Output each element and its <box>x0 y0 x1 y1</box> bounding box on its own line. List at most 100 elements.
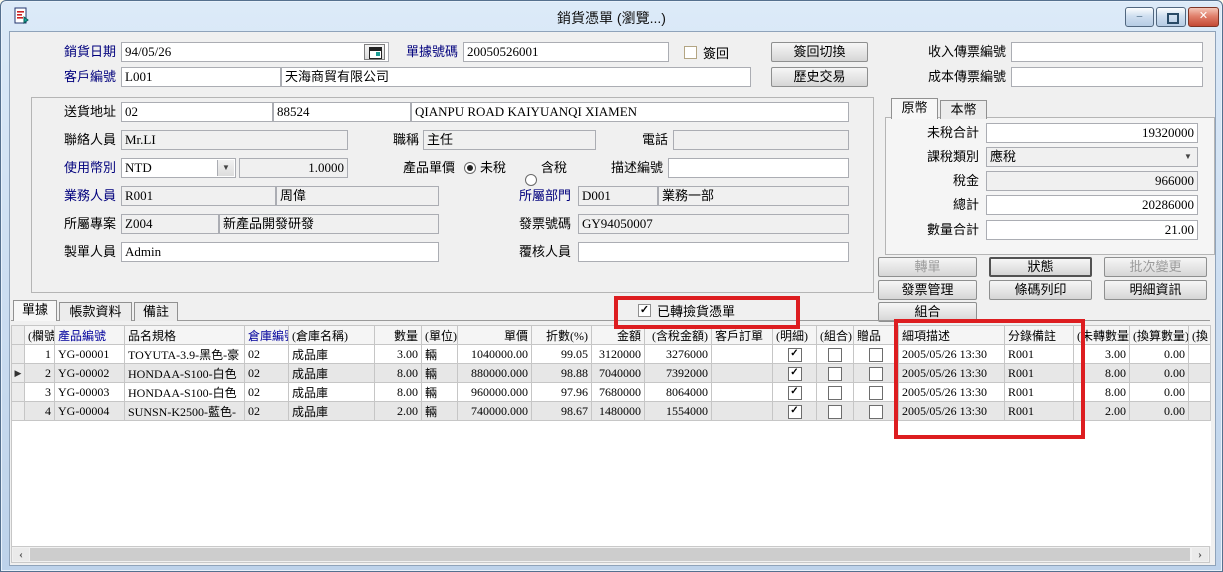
table-cell[interactable]: ✓ <box>773 402 817 421</box>
table-cell[interactable]: YG-00003 <box>55 383 125 402</box>
table-cell[interactable]: 0.00 <box>1130 345 1189 364</box>
table-cell[interactable]: ✓ <box>773 345 817 364</box>
table-cell[interactable]: 2.00 <box>375 402 422 421</box>
column-header[interactable]: 品名規格 <box>125 326 245 345</box>
reviewer-field[interactable] <box>578 242 849 262</box>
table-cell[interactable]: 97.96 <box>532 383 592 402</box>
table-cell[interactable] <box>1189 364 1211 383</box>
checked-checkbox-icon[interactable]: ✓ <box>788 348 802 362</box>
column-header[interactable]: 折數(%) <box>532 326 592 345</box>
table-cell[interactable]: 0.00 <box>1130 402 1189 421</box>
table-cell[interactable] <box>817 383 854 402</box>
checked-checkbox-icon[interactable]: ✓ <box>788 367 802 381</box>
exchange-rate-field[interactable]: 1.0000 <box>239 158 348 178</box>
batch-change-button[interactable]: 批次變更 <box>1104 257 1207 277</box>
sign-back-checkbox[interactable] <box>684 46 697 59</box>
tax-type-select[interactable]: 應稅 ▼ <box>986 147 1198 167</box>
sign-back-switch-button[interactable]: 簽回切換 <box>771 42 868 62</box>
table-cell[interactable]: 8.00 <box>375 364 422 383</box>
table-cell[interactable]: YG-00002 <box>55 364 125 383</box>
table-cell[interactable]: ✓ <box>773 364 817 383</box>
row-indicator[interactable] <box>12 345 25 364</box>
current-row-pointer-icon[interactable]: ▶ <box>12 364 25 383</box>
minimize-button[interactable]: – <box>1125 7 1154 27</box>
transfer-button[interactable]: 轉單 <box>878 257 977 277</box>
tab-account-data[interactable]: 帳款資料 <box>59 302 132 321</box>
table-cell[interactable]: 02 <box>245 364 289 383</box>
desc-no-field[interactable] <box>668 158 849 178</box>
table-cell[interactable]: HONDAA-S100-白色 <box>125 364 245 383</box>
untaxed-total-field[interactable]: 19320000 <box>986 123 1198 143</box>
table-cell[interactable]: 輛 <box>422 345 458 364</box>
table-cell[interactable]: 8064000 <box>645 383 712 402</box>
unchecked-checkbox-icon[interactable] <box>828 348 842 362</box>
dept-name-field[interactable]: 業務一部 <box>658 186 849 206</box>
invoice-mgmt-button[interactable]: 發票管理 <box>878 280 977 300</box>
barcode-print-button[interactable]: 條碼列印 <box>989 280 1092 300</box>
sales-date-field[interactable]: 94/05/26 <box>121 42 389 62</box>
unchecked-checkbox-icon[interactable] <box>869 386 883 400</box>
table-cell[interactable] <box>817 345 854 364</box>
table-cell[interactable]: YG-00001 <box>55 345 125 364</box>
table-cell[interactable]: 02 <box>245 402 289 421</box>
table-cell[interactable]: 成品庫 <box>289 383 375 402</box>
table-cell[interactable]: 3 <box>25 383 55 402</box>
unchecked-checkbox-icon[interactable] <box>869 348 883 362</box>
column-header[interactable]: 倉庫編號 <box>245 326 289 345</box>
table-cell[interactable]: 740000.000 <box>458 402 532 421</box>
column-header[interactable]: (欄號 <box>25 326 55 345</box>
unchecked-checkbox-icon[interactable] <box>828 386 842 400</box>
table-cell[interactable]: 輛 <box>422 364 458 383</box>
scroll-left-button[interactable]: ‹ <box>13 548 29 561</box>
table-cell[interactable]: 成品庫 <box>289 402 375 421</box>
table-cell[interactable]: 99.05 <box>532 345 592 364</box>
table-cell[interactable]: 1480000 <box>592 402 645 421</box>
qty-total-field[interactable]: 21.00 <box>986 220 1198 240</box>
table-cell[interactable]: 成品庫 <box>289 345 375 364</box>
row-indicator[interactable] <box>12 402 25 421</box>
tab-original-currency[interactable]: 原幣 <box>891 98 938 119</box>
table-cell[interactable]: 1554000 <box>645 402 712 421</box>
table-cell[interactable] <box>712 383 773 402</box>
address-text-field[interactable]: QIANPU ROAD KAIYUANQI XIAMEN <box>411 102 849 122</box>
column-header[interactable]: 數量 <box>375 326 422 345</box>
table-cell[interactable] <box>854 345 899 364</box>
dept-code-field[interactable]: D001 <box>578 186 658 206</box>
currency-select[interactable]: NTD ▼ <box>121 158 236 178</box>
table-cell[interactable]: 98.88 <box>532 364 592 383</box>
chevron-down-icon[interactable]: ▼ <box>217 160 234 176</box>
address-code-field[interactable]: 02 <box>121 102 273 122</box>
table-cell[interactable]: 輛 <box>422 383 458 402</box>
cost-voucher-field[interactable] <box>1011 67 1203 87</box>
table-cell[interactable]: 880000.000 <box>458 364 532 383</box>
table-cell[interactable]: YG-00004 <box>55 402 125 421</box>
unchecked-checkbox-icon[interactable] <box>869 367 883 381</box>
table-cell[interactable] <box>854 364 899 383</box>
column-header[interactable]: (單位) <box>422 326 458 345</box>
scroll-right-button[interactable]: › <box>1192 548 1208 561</box>
checked-checkbox-icon[interactable]: ✓ <box>788 386 802 400</box>
column-header[interactable]: (組合) <box>817 326 854 345</box>
table-cell[interactable]: 0.00 <box>1130 383 1189 402</box>
table-cell[interactable]: 3.00 <box>375 345 422 364</box>
checked-checkbox-icon[interactable]: ✓ <box>788 405 802 419</box>
invoice-no-field[interactable]: GY94050007 <box>578 214 849 234</box>
table-cell[interactable]: 1 <box>25 345 55 364</box>
table-cell[interactable]: 02 <box>245 345 289 364</box>
unchecked-checkbox-icon[interactable] <box>828 405 842 419</box>
history-button[interactable]: 歷史交易 <box>771 67 868 87</box>
column-header[interactable]: 產品編號 <box>55 326 125 345</box>
chevron-down-icon[interactable]: ▼ <box>1180 149 1196 165</box>
table-cell[interactable] <box>1189 383 1211 402</box>
table-cell[interactable] <box>712 345 773 364</box>
table-cell[interactable]: 2 <box>25 364 55 383</box>
tax-field[interactable]: 966000 <box>986 171 1198 191</box>
table-cell[interactable] <box>854 402 899 421</box>
creator-field[interactable]: Admin <box>121 242 439 262</box>
table-cell[interactable]: 0.00 <box>1130 364 1189 383</box>
job-title-field[interactable]: 主任 <box>423 130 596 150</box>
table-cell[interactable]: 1040000.00 <box>458 345 532 364</box>
tab-local-currency[interactable]: 本幣 <box>940 100 987 119</box>
table-cell[interactable]: 02 <box>245 383 289 402</box>
project-name-field[interactable]: 新產品開發研發 <box>219 214 439 234</box>
